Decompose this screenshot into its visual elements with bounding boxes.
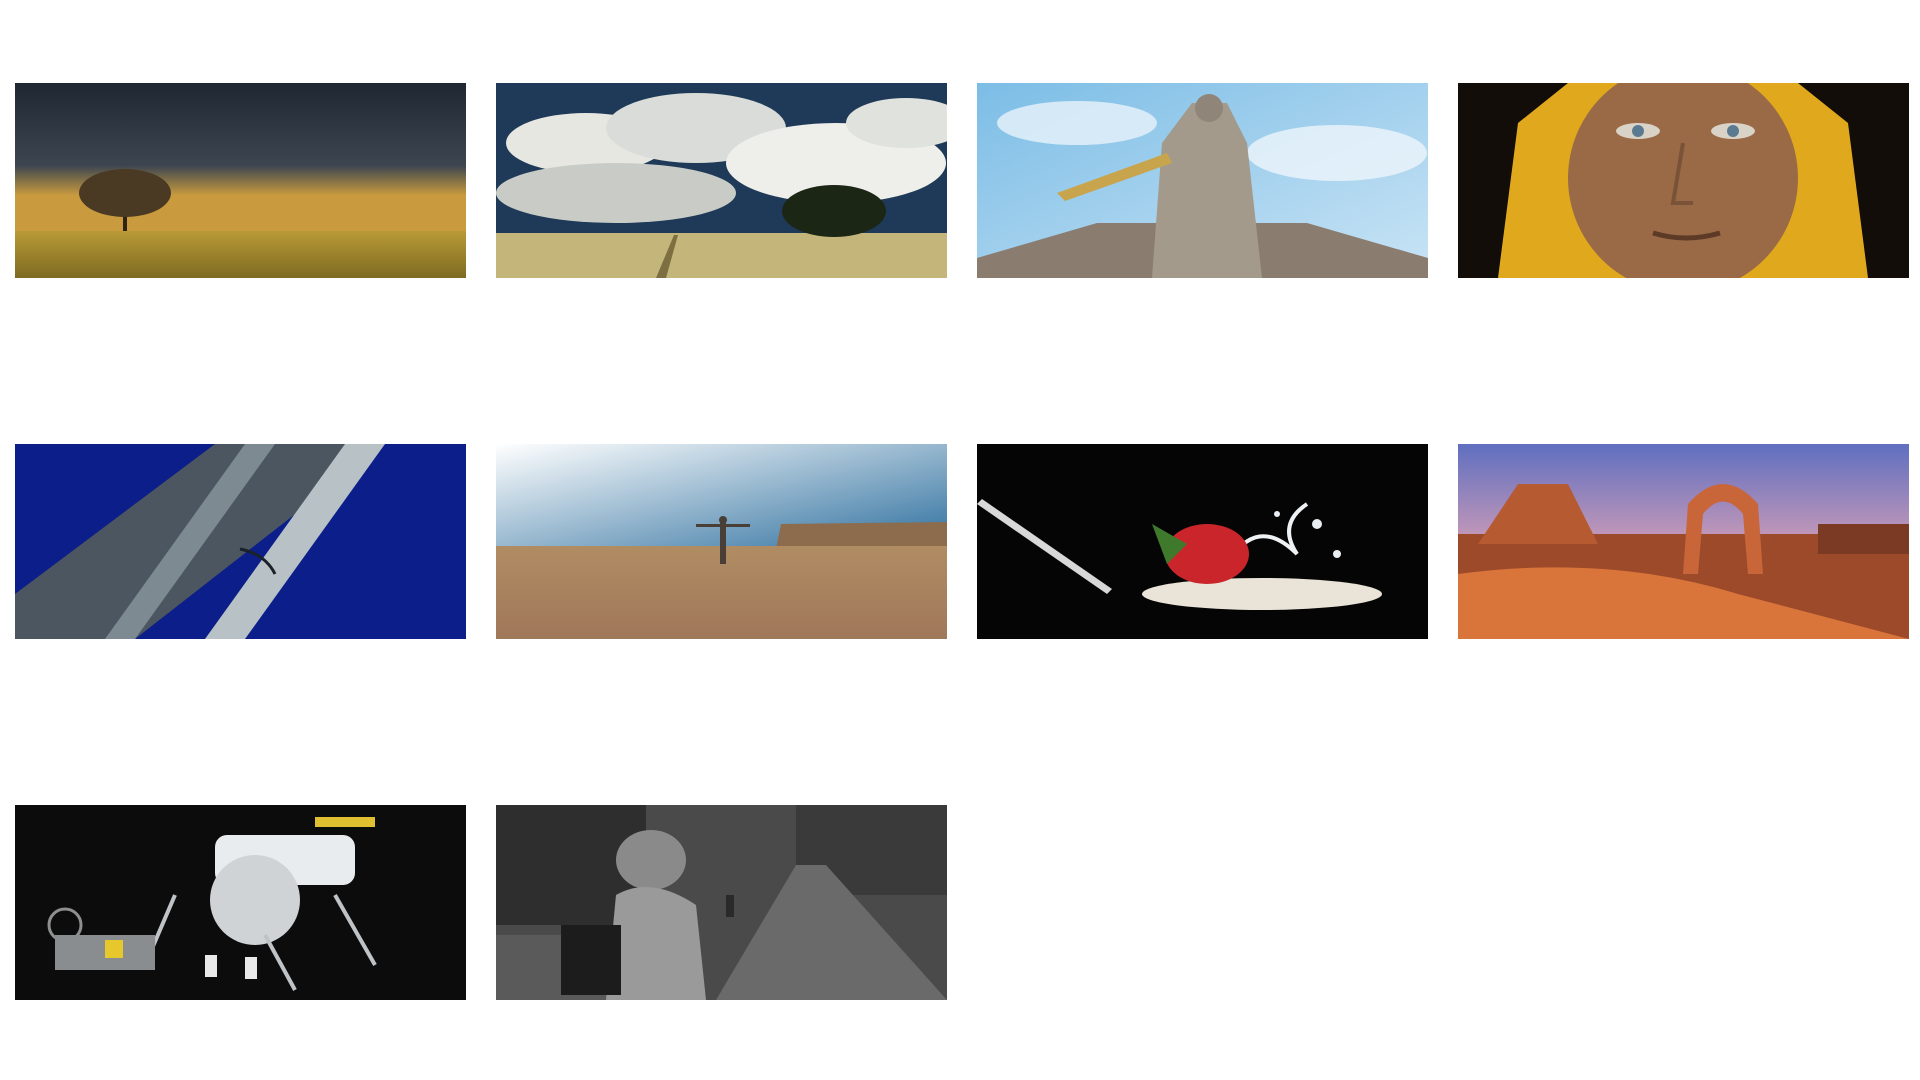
- gallery-thumbnail-8[interactable]: [1458, 444, 1909, 639]
- gallery-thumbnail-7[interactable]: [977, 444, 1428, 639]
- lone-tree-field-photo: [15, 83, 466, 278]
- statue-sky-photo: [977, 83, 1428, 278]
- gallery-thumbnail-2[interactable]: [496, 83, 947, 278]
- woman-portrait-photo: [1458, 83, 1909, 278]
- tree-clouds-photo: [496, 83, 947, 278]
- desert-person-photo: [496, 444, 947, 639]
- gallery-thumbnail-6[interactable]: [496, 444, 947, 639]
- strawberry-milk-splash-photo: [977, 444, 1428, 639]
- lego-lunar-lander-photo: [15, 805, 466, 1000]
- gallery-thumbnail-10[interactable]: [496, 805, 947, 1000]
- image-gallery: [0, 0, 1920, 1080]
- gallery-thumbnail-4[interactable]: [1458, 83, 1909, 278]
- gallery-thumbnail-1[interactable]: [15, 83, 466, 278]
- tower-blue-sky-photo: [15, 444, 466, 639]
- street-photographer-bw-photo: [496, 805, 947, 1000]
- gallery-thumbnail-5[interactable]: [15, 444, 466, 639]
- gallery-thumbnail-3[interactable]: [977, 83, 1428, 278]
- gallery-thumbnail-9[interactable]: [15, 805, 466, 1000]
- desert-arch-photo: [1458, 444, 1909, 639]
